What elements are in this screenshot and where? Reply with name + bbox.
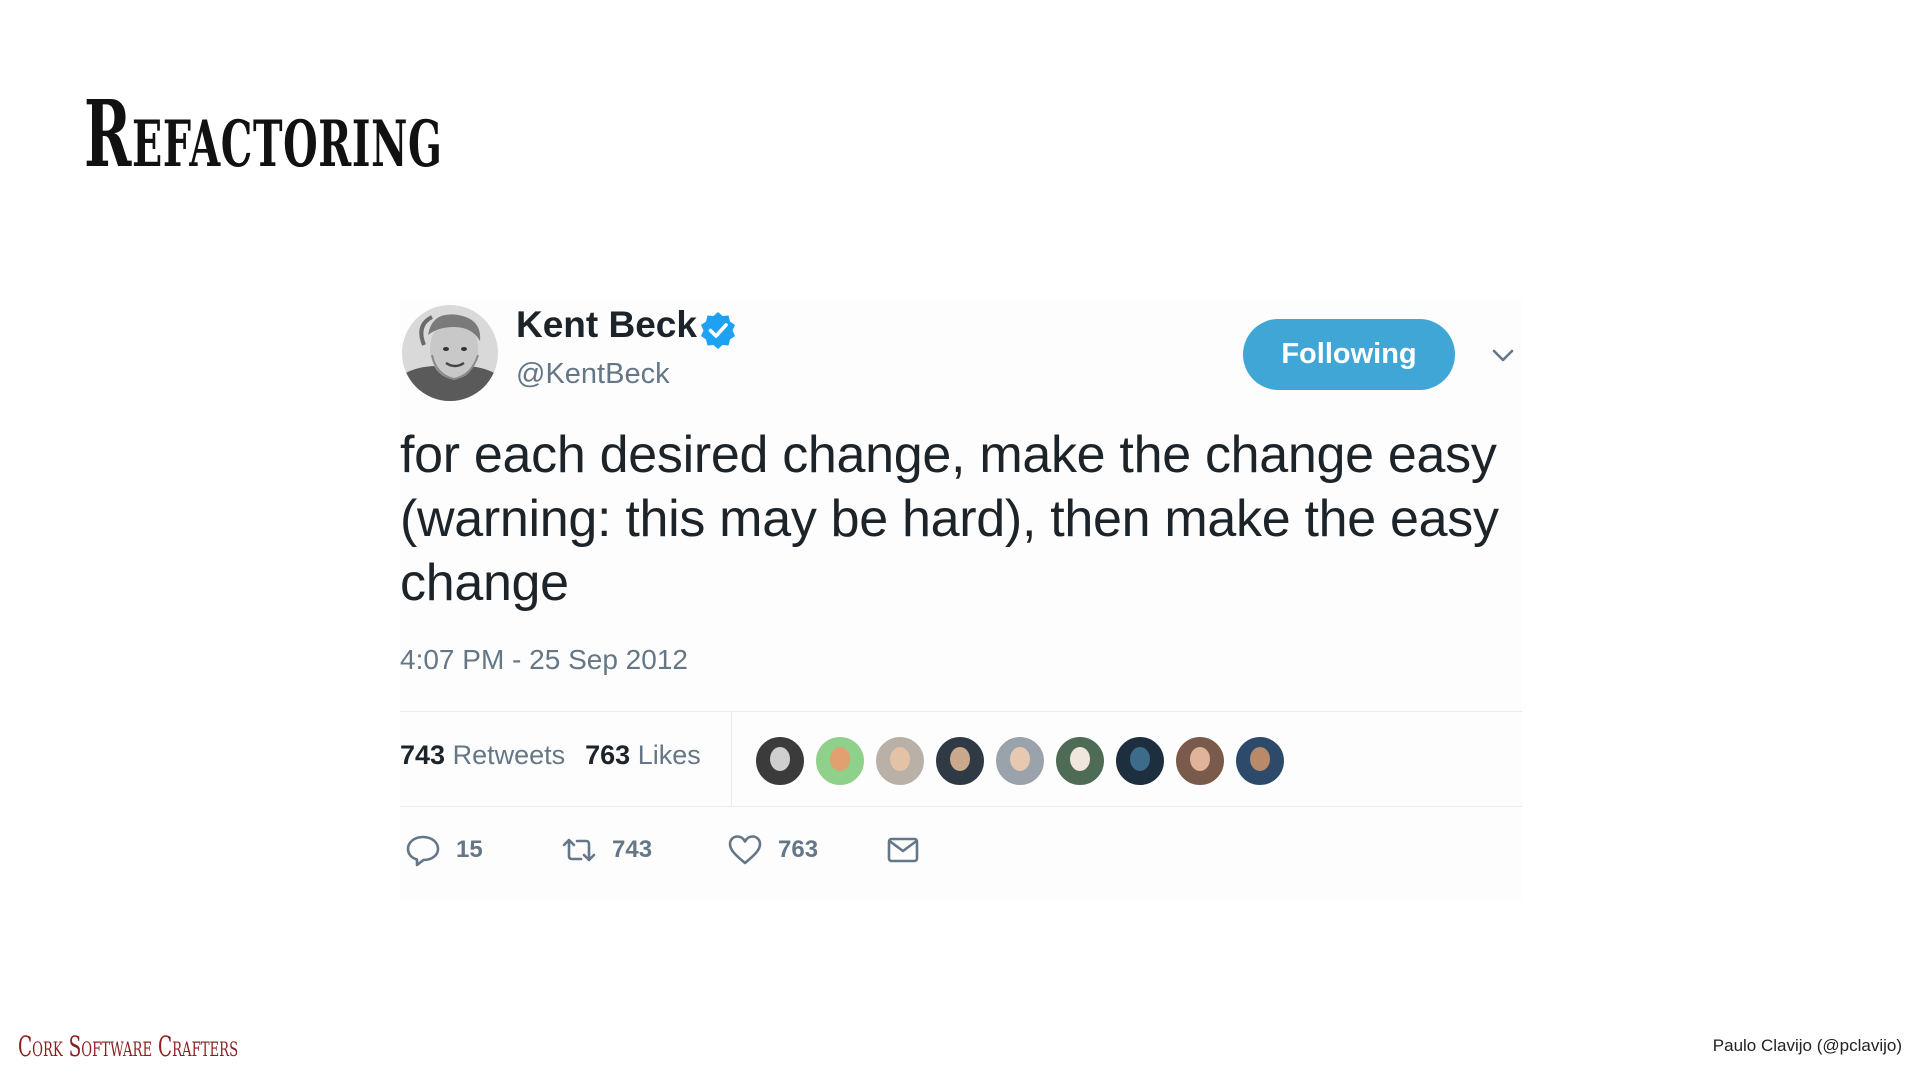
- author-handle[interactable]: @KentBeck: [516, 358, 670, 391]
- likes-count: 763: [585, 740, 631, 770]
- liker-avatar[interactable]: [1055, 736, 1105, 786]
- retweet-button[interactable]: 743: [560, 825, 652, 875]
- liker-avatar[interactable]: [1235, 736, 1285, 786]
- retweet-count: 743: [612, 836, 653, 863]
- tweet-card: Kent Beck @KentBeck Following for each d…: [400, 300, 1522, 900]
- tweet-timestamp[interactable]: 4:07 PM - 25 Sep 2012: [400, 644, 688, 676]
- liker-avatar[interactable]: [875, 736, 925, 786]
- following-button[interactable]: Following: [1243, 319, 1455, 390]
- retweets-label: Retweets: [452, 740, 566, 770]
- retweets-count: 743: [400, 740, 446, 770]
- verified-badge-icon: [701, 312, 735, 349]
- avatar-portrait: [402, 305, 498, 401]
- tweet-text: for each desired change, make the change…: [400, 426, 1499, 612]
- divider: [400, 806, 1522, 807]
- chevron-down-icon[interactable]: [1488, 340, 1518, 370]
- liker-avatar[interactable]: [755, 736, 805, 786]
- footer-brand: Cork Software Crafters: [18, 1030, 239, 1063]
- liker-avatars: [755, 736, 1295, 786]
- tweet-stats: 743 Retweets 763 Likes: [400, 740, 701, 771]
- liker-avatar[interactable]: [815, 736, 865, 786]
- reply-icon: [406, 835, 440, 867]
- liker-avatar[interactable]: [1175, 736, 1225, 786]
- envelope-icon: [887, 837, 919, 863]
- likes-stat[interactable]: 763 Likes: [585, 740, 701, 770]
- slide-title: Refactoring: [84, 80, 443, 188]
- liker-avatar[interactable]: [995, 736, 1045, 786]
- reply-button[interactable]: 15: [404, 825, 483, 875]
- divider: [400, 711, 1522, 712]
- stats-separator: [731, 712, 732, 806]
- retweet-icon: [562, 838, 596, 862]
- retweets-stat[interactable]: 743 Retweets: [400, 740, 565, 770]
- like-count: 763: [778, 836, 819, 863]
- direct-message-button[interactable]: [884, 825, 922, 875]
- liker-avatar[interactable]: [1115, 736, 1165, 786]
- footer-author: Paulo Clavijo (@pclavijo): [1712, 1036, 1902, 1055]
- author-name[interactable]: Kent Beck: [516, 304, 697, 346]
- like-button[interactable]: 763: [726, 825, 818, 875]
- tweet-actions: 15 743 763: [400, 825, 1000, 875]
- avatar[interactable]: [402, 305, 498, 401]
- heart-icon: [728, 835, 762, 865]
- reply-count: 15: [456, 836, 483, 863]
- liker-avatar[interactable]: [935, 736, 985, 786]
- likes-label: Likes: [637, 740, 701, 770]
